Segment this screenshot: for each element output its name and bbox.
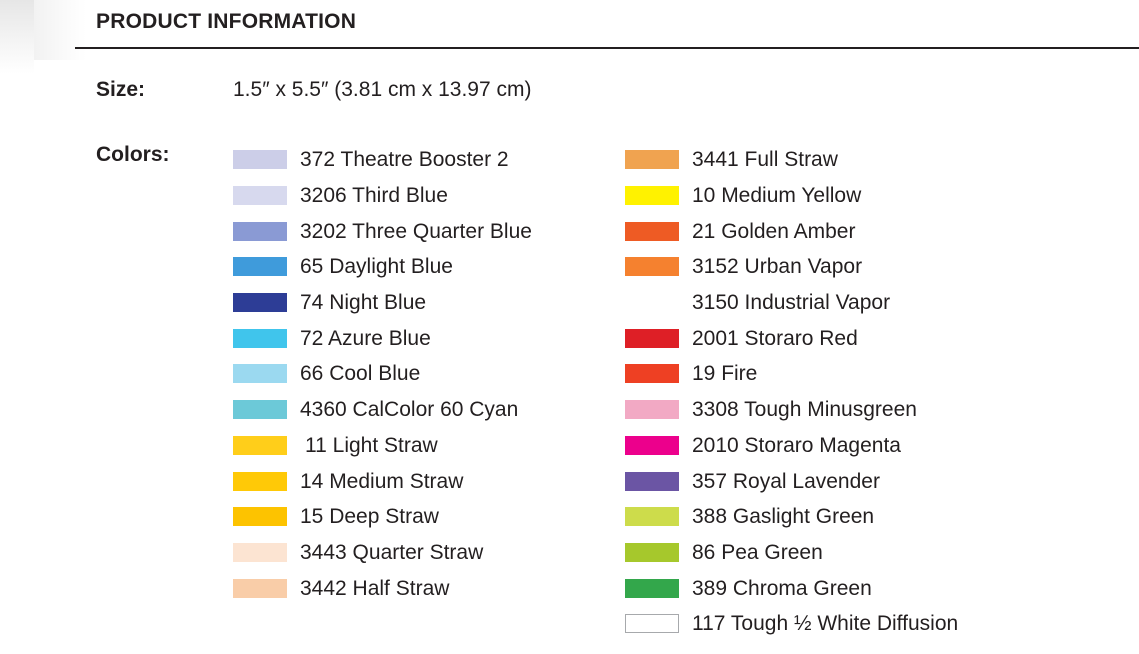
color-list-item: 74 Night Blue xyxy=(233,285,623,321)
color-name: 372 Theatre Booster 2 xyxy=(300,148,509,172)
color-swatch xyxy=(625,150,679,170)
color-swatch xyxy=(625,435,679,455)
title-divider xyxy=(75,47,1139,49)
color-list-item: 3150 Industrial Vapor xyxy=(625,285,1095,321)
color-swatch xyxy=(233,435,287,455)
color-name: 3202 Three Quarter Blue xyxy=(300,219,532,243)
color-swatch xyxy=(233,257,287,277)
color-list-item: 117 Tough ½ White Diffusion xyxy=(625,606,1095,642)
color-name: 3441 Full Straw xyxy=(692,148,838,172)
color-swatch xyxy=(625,507,679,527)
color-list-item: 21 Golden Amber xyxy=(625,213,1095,249)
color-name: 3206 Third Blue xyxy=(300,184,448,208)
color-swatch xyxy=(233,221,287,241)
color-swatch xyxy=(625,328,679,348)
color-name: 65 Daylight Blue xyxy=(300,255,453,279)
color-name: 3150 Industrial Vapor xyxy=(692,291,891,315)
color-name: 2010 Storaro Magenta xyxy=(692,433,901,457)
color-name: 117 Tough ½ White Diffusion xyxy=(692,612,959,636)
color-list-item: 4360 CalColor 60 Cyan xyxy=(233,392,623,428)
color-list-item: 65 Daylight Blue xyxy=(233,249,623,285)
color-list-item: 14 Medium Straw xyxy=(233,463,623,499)
color-list-item: 3442 Half Straw xyxy=(233,570,623,606)
color-list-column-right: 3441 Full Straw 10 Medium Yellow 21 Golden… xyxy=(625,142,1095,642)
color-name: 74 Night Blue xyxy=(300,291,427,315)
color-swatch xyxy=(625,257,679,277)
color-name: 357 Royal Lavender xyxy=(692,469,880,493)
color-swatch xyxy=(233,186,287,206)
color-swatch xyxy=(625,186,679,206)
color-name: 3442 Half Straw xyxy=(300,576,450,600)
color-list-item: 19 Fire xyxy=(625,356,1095,392)
color-name: 389 Chroma Green xyxy=(692,576,872,600)
color-name: 11 Light Straw xyxy=(305,433,438,457)
color-swatch xyxy=(233,293,287,313)
color-list-item: 3443 Quarter Straw xyxy=(233,535,623,571)
color-list-item: 11 Light Straw xyxy=(233,428,623,464)
color-list-item: 3441 Full Straw xyxy=(625,142,1095,178)
color-swatch xyxy=(625,578,679,598)
color-swatch xyxy=(625,542,679,562)
color-list-item: 3308 Tough Minusgreen xyxy=(625,392,1095,428)
color-name: 3152 Urban Vapor xyxy=(692,255,863,279)
color-name: 21 Golden Amber xyxy=(692,219,856,243)
color-list-item: 66 Cool Blue xyxy=(233,356,623,392)
color-name: 19 Fire xyxy=(692,362,758,386)
color-name: 86 Pea Green xyxy=(692,540,823,564)
color-list-item: 3202 Three Quarter Blue xyxy=(233,213,623,249)
page-edge-shading xyxy=(0,0,86,60)
color-name: 2001 Storaro Red xyxy=(692,326,858,350)
color-swatch xyxy=(625,364,679,384)
color-list-item: 357 Royal Lavender xyxy=(625,463,1095,499)
color-swatch xyxy=(233,578,287,598)
color-name: 388 Gaslight Green xyxy=(692,505,875,529)
color-list-item: 389 Chroma Green xyxy=(625,570,1095,606)
color-name: 3308 Tough Minusgreen xyxy=(692,398,917,422)
color-list-item: 2010 Storaro Magenta xyxy=(625,428,1095,464)
color-swatch xyxy=(233,542,287,562)
size-value: 1.5″ x 5.5″ (3.81 cm x 13.97 cm) xyxy=(233,78,532,101)
size-label: Size: xyxy=(96,78,146,101)
color-list-item: 86 Pea Green xyxy=(625,535,1095,571)
color-swatch xyxy=(625,293,679,312)
color-list-item: 388 Gaslight Green xyxy=(625,499,1095,535)
color-swatch xyxy=(233,400,287,420)
color-swatch xyxy=(233,364,287,384)
color-name: 15 Deep Straw xyxy=(300,505,439,529)
color-name: 72 Azure Blue xyxy=(300,326,431,350)
color-name: 3443 Quarter Straw xyxy=(300,540,484,564)
page-title: PRODUCT INFORMATION xyxy=(96,10,357,33)
color-swatch xyxy=(233,328,287,348)
color-list-item: 15 Deep Straw xyxy=(233,499,623,535)
color-swatch xyxy=(625,400,679,420)
color-list-column-left: 372 Theatre Booster 2 3206 Third Blue 3202… xyxy=(233,142,623,606)
page-edge-shading-vertical xyxy=(0,0,34,74)
color-swatch xyxy=(625,614,679,634)
color-swatch xyxy=(625,221,679,241)
color-list-item: 2001 Storaro Red xyxy=(625,320,1095,356)
color-list-item: 3206 Third Blue xyxy=(233,178,623,214)
color-list-item: 3152 Urban Vapor xyxy=(625,249,1095,285)
color-swatch xyxy=(625,471,679,491)
color-name: 10 Medium Yellow xyxy=(692,184,862,208)
color-swatch xyxy=(233,507,287,527)
color-swatch xyxy=(233,471,287,491)
color-swatch xyxy=(233,150,287,170)
color-list-item: 10 Medium Yellow xyxy=(625,178,1095,214)
color-list-item: 72 Azure Blue xyxy=(233,320,623,356)
color-list-item: 372 Theatre Booster 2 xyxy=(233,142,623,178)
color-name: 14 Medium Straw xyxy=(300,469,464,493)
product-information-page: PRODUCT INFORMATION Size: 1.5″ x 5.5″ (3… xyxy=(0,0,1139,654)
colors-label: Colors: xyxy=(96,143,170,166)
color-name: 4360 CalColor 60 Cyan xyxy=(300,398,519,422)
color-name: 66 Cool Blue xyxy=(300,362,421,386)
